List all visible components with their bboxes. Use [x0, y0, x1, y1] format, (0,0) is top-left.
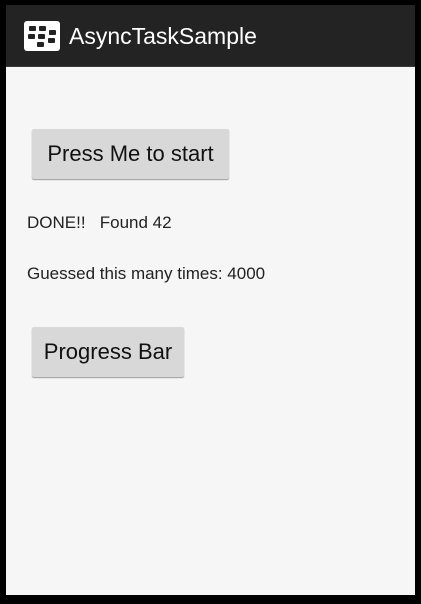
app-title: AsyncTaskSample [69, 23, 257, 49]
progress-bar-button[interactable]: Progress Bar [32, 327, 184, 377]
device-frame: AsyncTaskSample Press Me to start DONE!!… [0, 0, 421, 604]
guess-count-text: Guessed this many times: 4000 [27, 264, 266, 283]
app-screen: AsyncTaskSample Press Me to start DONE!!… [6, 5, 415, 595]
blackberry-logo-icon [24, 21, 60, 51]
result-status-text: DONE!! Found 42 [27, 213, 172, 232]
start-button[interactable]: Press Me to start [32, 129, 229, 179]
main-content: Press Me to start DONE!! Found 42 Guesse… [6, 67, 415, 595]
action-bar: AsyncTaskSample [6, 5, 415, 67]
